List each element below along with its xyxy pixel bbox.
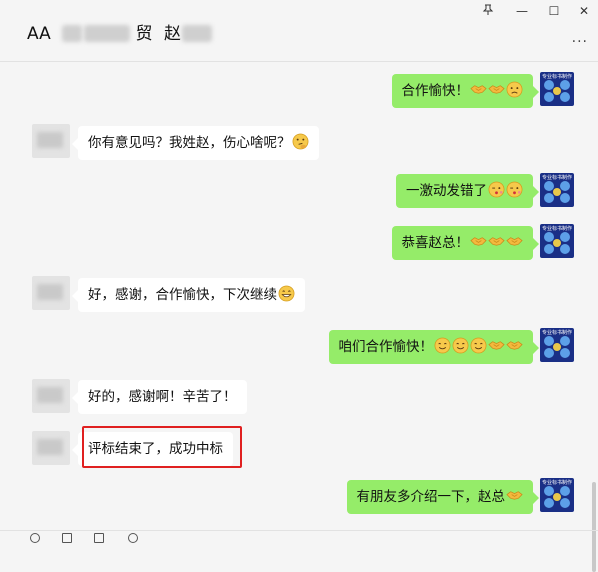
avatar-other[interactable] — [32, 379, 70, 413]
avatar-self[interactable]: 专业标书制作 — [540, 72, 574, 106]
emoji-group — [487, 181, 523, 199]
screenshot-button-icon[interactable] — [94, 533, 104, 543]
message-bubble[interactable]: 恭喜赵总！ — [391, 226, 539, 260]
message-text: 咱们合作愉快！ — [338, 339, 434, 355]
message-bubble[interactable]: 好的，感谢啊！辛苦了！ — [72, 380, 247, 414]
avatar-other[interactable] — [32, 276, 70, 310]
message-3: 恭喜赵总！ — [391, 226, 539, 260]
message-4: 好，感谢，合作愉快，下次继续 — [72, 278, 305, 312]
handshake-emoji-icon — [506, 233, 523, 250]
message-bubble[interactable]: 合作愉快！ — [391, 74, 539, 108]
handshake-emoji-icon — [488, 337, 505, 354]
message-text: 有朋友多介绍一下，赵总 — [356, 489, 506, 505]
input-toolbar — [0, 530, 598, 543]
message-bubble[interactable]: 好，感谢，合作愉快，下次继续 — [72, 278, 305, 312]
message-bubble[interactable]: 有朋友多介绍一下，赵总 — [346, 480, 539, 514]
message-text: 恭喜赵总！ — [401, 235, 470, 251]
avatar-self[interactable]: 专业标书制作 — [540, 173, 574, 207]
chat-history-icon[interactable] — [128, 533, 138, 543]
message-0: 合作愉快！ — [391, 74, 539, 108]
grin-face-emoji-icon — [278, 285, 295, 302]
more-options-button[interactable]: ... — [572, 30, 588, 46]
blurred-text — [84, 25, 131, 42]
avatar-self[interactable]: 专业标书制作 — [540, 478, 574, 512]
handshake-emoji-icon — [470, 233, 487, 250]
emoji-group — [469, 235, 523, 251]
smile-face-emoji-icon — [470, 337, 487, 354]
smile-face-emoji-icon — [434, 337, 451, 354]
file-button-icon[interactable] — [62, 533, 72, 543]
message-bubble[interactable]: 你有意见吗？我姓赵，伤心啥呢？ — [72, 126, 319, 160]
emoji-group — [433, 337, 523, 355]
message-text: 好的，感谢啊！辛苦了！ — [88, 389, 237, 405]
message-text: 合作愉快！ — [401, 83, 470, 99]
avatar-self[interactable]: 专业标书制作 — [540, 328, 574, 362]
chat-title: AA 贸 赵 — [27, 19, 212, 44]
highlight-box — [82, 426, 242, 468]
message-bubble[interactable]: 咱们合作愉快！ — [328, 330, 539, 364]
handshake-emoji-icon — [506, 337, 523, 354]
thinking-face-emoji-icon — [292, 133, 309, 150]
message-2: 一激动发错了 — [396, 174, 539, 208]
message-bubble[interactable]: 一激动发错了 — [396, 174, 539, 208]
message-5: 咱们合作愉快！ — [328, 330, 539, 364]
sad-face-emoji-icon — [506, 81, 523, 98]
emoji-group — [469, 81, 523, 99]
emoji-button-icon[interactable] — [30, 533, 40, 543]
handshake-emoji-icon — [488, 81, 505, 98]
pin-icon[interactable] — [478, 4, 498, 19]
message-1: 你有意见吗？我姓赵，伤心啥呢？ — [72, 126, 319, 160]
message-text: 你有意见吗？我姓赵，伤心啥呢？ — [88, 135, 291, 151]
message-list[interactable]: 合作愉快！ 专业标书制作 你有意见吗？我姓赵，伤心啥呢？ 一激动发错了 专业标书… — [0, 62, 598, 572]
emoji-group — [505, 489, 523, 505]
emoji-group — [291, 133, 309, 151]
smile-face-emoji-icon — [452, 337, 469, 354]
maximize-button[interactable]: ☐ — [544, 4, 564, 18]
chat-title-prefix: AA — [27, 24, 51, 44]
title-bar: AA 贸 赵 — ☐ ✕ ... — [0, 0, 598, 62]
scrollbar[interactable] — [592, 482, 596, 572]
chat-title-part3: 赵 — [163, 24, 181, 44]
chat-title-part2: 贸 — [135, 24, 153, 44]
close-button[interactable]: ✕ — [574, 4, 594, 18]
wink-kiss-face-emoji-icon — [488, 181, 505, 198]
avatar-other[interactable] — [32, 431, 70, 465]
message-6: 好的，感谢啊！辛苦了！ — [72, 380, 247, 414]
handshake-emoji-icon — [488, 233, 505, 250]
message-text: 好，感谢，合作愉快，下次继续 — [88, 287, 277, 303]
wink-kiss-face-emoji-icon — [506, 181, 523, 198]
blurred-text — [62, 25, 83, 42]
avatar-other[interactable] — [32, 124, 70, 158]
message-text: 一激动发错了 — [406, 183, 487, 199]
handshake-emoji-icon — [506, 487, 523, 504]
emoji-group — [277, 285, 295, 303]
minimize-button[interactable]: — — [512, 4, 532, 18]
avatar-self[interactable]: 专业标书制作 — [540, 224, 574, 258]
handshake-emoji-icon — [470, 81, 487, 98]
message-8: 有朋友多介绍一下，赵总 — [346, 480, 539, 514]
blurred-text — [181, 25, 212, 42]
